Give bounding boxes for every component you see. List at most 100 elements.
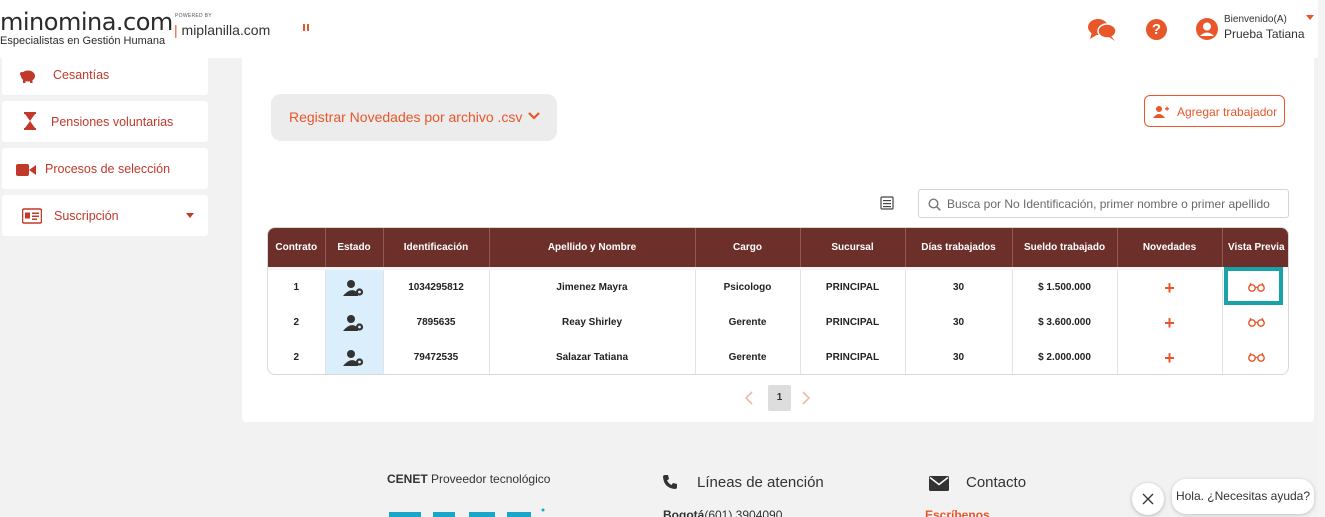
video-camera-icon xyxy=(16,164,36,176)
help-icon[interactable]: ? xyxy=(1146,19,1167,40)
add-novedad-icon[interactable]: + xyxy=(1164,348,1175,368)
sidebar-item-label: Pensiones voluntarias xyxy=(51,115,174,129)
footer-bogota-phone[interactable]: Bogotá(601) 3904090 xyxy=(663,508,782,517)
chat-bubbles-icon[interactable] xyxy=(1087,17,1117,41)
user-settings-icon[interactable] xyxy=(343,349,365,367)
column-header: Sueldo trabajado xyxy=(1012,228,1118,267)
cell-cargo: Gerente xyxy=(695,305,801,340)
cell-contrato: 2 xyxy=(268,340,326,374)
footer-provider-name: CENET xyxy=(387,472,428,486)
cell-sueldo: $ 3.600.000 xyxy=(1012,305,1118,340)
footer-provider-text: Proveedor tecnológico xyxy=(427,472,551,486)
cell-estado xyxy=(325,340,384,374)
sidebar-item-procesos[interactable]: Procesos de selección xyxy=(2,148,208,189)
cell-contrato: 2 xyxy=(268,305,326,340)
search-input[interactable] xyxy=(947,194,1282,214)
footer-contacto-title: Contacto xyxy=(966,474,1027,491)
cell-contrato: 1 xyxy=(268,270,326,305)
search-icon xyxy=(928,198,941,211)
chevron-down-icon[interactable] xyxy=(186,213,194,218)
sidebar-item-label: Suscripción xyxy=(54,209,119,223)
cell-nombre: Reay Shirley xyxy=(489,305,696,340)
partner-logo-bar: | xyxy=(174,22,178,38)
footer-provider: CENET Proveedor tecnológico xyxy=(387,472,550,486)
sidebar-item-cesantias[interactable]: Cesantías xyxy=(2,54,208,95)
column-header: Días trabajados xyxy=(905,228,1013,267)
pagination-current-page[interactable]: 1 xyxy=(768,385,791,411)
table-header-row: Contrato Estado Identificación Apellido … xyxy=(268,228,1288,267)
csv-upload-dropdown[interactable]: Registrar Novedades por archivo .csv xyxy=(271,94,557,141)
chevron-left-icon[interactable] xyxy=(744,391,754,405)
table-row: 2 7895635 Reay Shirley Gerente PRINCIPAL… xyxy=(268,305,1288,340)
partner-logo-text: miplanilla.com xyxy=(181,22,271,38)
user-settings-icon[interactable] xyxy=(343,279,365,297)
cell-novedades: + xyxy=(1117,340,1223,374)
provider-logo-icon xyxy=(389,508,545,517)
csv-export-icon[interactable] xyxy=(880,196,894,210)
cell-novedades: + xyxy=(1117,305,1223,340)
welcome-label: Bienvenido(A) xyxy=(1224,14,1287,25)
glasses-preview-icon[interactable] xyxy=(1247,352,1265,363)
cell-identificacion: 79472535 xyxy=(383,340,490,374)
cell-dias: 30 xyxy=(905,270,1013,305)
column-header: Contrato xyxy=(268,228,326,267)
user-menu-caret-icon[interactable] xyxy=(1306,15,1314,20)
cell-nombre: Jimenez Mayra xyxy=(489,270,696,305)
sidebar-item-label: Cesantías xyxy=(53,68,110,82)
table-row: 1 1034295812 Jimenez Mayra Psicologo PRI… xyxy=(268,270,1288,305)
footer-bogota-number: (601) 3904090 xyxy=(704,508,783,517)
add-novedad-icon[interactable]: + xyxy=(1164,313,1175,333)
close-icon xyxy=(1142,493,1154,505)
page-scrollbar[interactable] xyxy=(1318,0,1325,517)
top-header: minomina.com Especialistas en Gestión Hu… xyxy=(0,0,1325,58)
cell-sucursal: PRINCIPAL xyxy=(800,270,906,305)
workers-table: Contrato Estado Identificación Apellido … xyxy=(267,227,1289,375)
powered-by-label: POWERED BY xyxy=(175,13,212,19)
cell-novedades: + xyxy=(1117,270,1223,305)
sidebar-item-pensiones[interactable]: Pensiones voluntarias xyxy=(2,101,208,142)
chevron-right-icon[interactable] xyxy=(801,391,811,405)
user-settings-icon[interactable] xyxy=(343,314,365,332)
column-header: Cargo xyxy=(695,228,801,267)
add-novedad-icon[interactable]: + xyxy=(1164,278,1175,298)
footer-bogota-city: Bogotá xyxy=(663,508,705,517)
cell-sucursal: PRINCIPAL xyxy=(800,340,906,374)
cell-dias: 30 xyxy=(905,340,1013,374)
column-header: Vista Previa xyxy=(1227,241,1285,253)
column-header: Estado xyxy=(325,228,384,267)
menu-toggle-icon[interactable] xyxy=(303,24,311,32)
chat-help-bubble[interactable]: Hola. ¿Necesitas ayuda? xyxy=(1172,479,1314,514)
cell-dias: 30 xyxy=(905,305,1013,340)
search-box[interactable] xyxy=(918,189,1289,218)
user-plus-icon xyxy=(1153,106,1169,118)
piggy-bank-icon xyxy=(20,70,35,83)
brand-tagline: Especialistas en Gestión Humana xyxy=(0,35,166,47)
cell-estado xyxy=(325,270,384,305)
user-name[interactable]: Prueba Tatiana xyxy=(1224,27,1305,41)
cell-identificacion: 7895635 xyxy=(383,305,490,340)
footer-lineas-title: Líneas de atención xyxy=(697,474,824,491)
table-row: 2 79472535 Salazar Tatiana Gerente PRINC… xyxy=(268,340,1288,374)
glasses-preview-icon[interactable] xyxy=(1247,317,1265,328)
add-worker-button[interactable]: Agregar trabajador xyxy=(1144,95,1285,127)
user-avatar-icon[interactable] xyxy=(1196,18,1218,40)
cell-sucursal: PRINCIPAL xyxy=(800,305,906,340)
column-header: Sucursal xyxy=(800,228,906,267)
chevron-down-icon xyxy=(528,112,540,120)
cell-estado xyxy=(325,305,384,340)
sidebar-item-suscripcion[interactable]: Suscripción xyxy=(2,195,208,236)
hourglass-icon xyxy=(24,112,36,130)
add-worker-label: Agregar trabajador xyxy=(1177,105,1278,119)
id-card-icon xyxy=(22,208,42,224)
partner-logo[interactable]: | miplanilla.com xyxy=(174,22,270,38)
cell-sueldo: $ 1.500.000 xyxy=(1012,270,1118,305)
cell-cargo: Gerente xyxy=(695,340,801,374)
preview-highlight-box xyxy=(1224,267,1283,305)
cell-nombre: Salazar Tatiana xyxy=(489,340,696,374)
column-header: Novedades xyxy=(1117,228,1223,267)
brand-logo[interactable]: minomina.com xyxy=(0,9,173,35)
chat-close-button[interactable] xyxy=(1132,483,1164,515)
footer-escribenos-link[interactable]: Escríbenos xyxy=(925,508,990,517)
column-header: Apellido y Nombre xyxy=(489,228,696,267)
column-header: Identificación xyxy=(383,228,490,267)
